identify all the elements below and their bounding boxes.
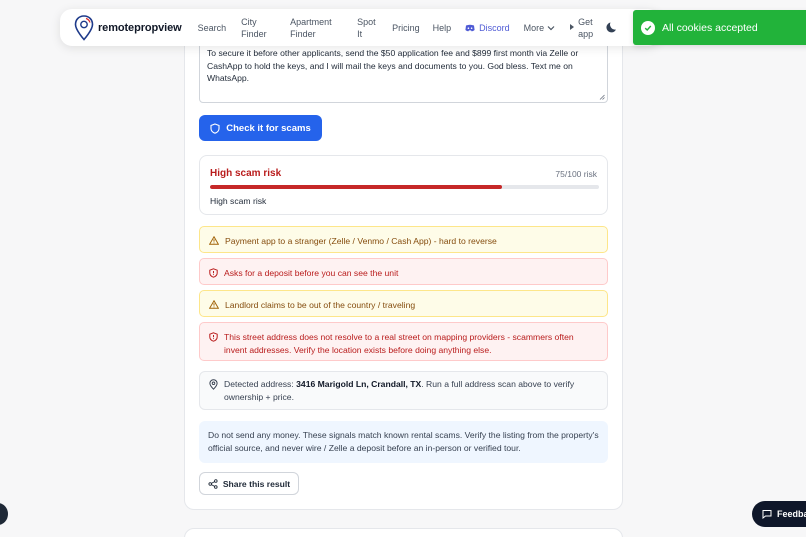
address-text: Detected address: 3416 Marigold Ln, Cran… [224, 378, 598, 403]
chevron-down-icon [547, 25, 555, 30]
share-result-button[interactable]: Share this result [199, 472, 299, 495]
risk-title: High scam risk [210, 168, 282, 179]
nav-link-pricing[interactable]: Pricing [392, 22, 420, 34]
address-value: 3416 Marigold Ln, Crandall, TX [296, 379, 422, 389]
alert-text: Landlord claims to be out of the country… [225, 300, 416, 310]
brand-logo[interactable]: remotepropview [74, 14, 182, 41]
shield-icon [210, 122, 220, 134]
nav-more-dropdown[interactable]: More [524, 22, 556, 34]
check-button-label: Check it for scams [226, 122, 311, 134]
toast-message: All cookies accepted [662, 21, 758, 34]
nav-link-city-finder[interactable]: City Finder [241, 16, 271, 40]
shield-alert-icon [209, 268, 218, 278]
nav-link-spot-it[interactable]: Spot It [357, 16, 379, 40]
alert-deposit: Asks for a deposit before you can see th… [199, 258, 608, 285]
advice-box: Do not send any money. These signals mat… [199, 421, 608, 463]
more-label: More [523, 22, 545, 33]
moon-icon[interactable] [606, 20, 619, 33]
address-prefix: Detected address: [224, 379, 297, 389]
warning-triangle-icon [209, 300, 219, 309]
map-pin-logo-icon [74, 14, 94, 41]
advice-text: Do not send any money. These signals mat… [208, 430, 599, 453]
top-navbar: remotepropview Search City Finder Apartm… [60, 9, 660, 46]
risk-progress-bar [210, 185, 599, 189]
alert-text: Payment app to a stranger (Zelle / Venmo… [225, 236, 497, 246]
floating-widget-button[interactable] [0, 503, 8, 525]
brand-name: remotepropview [98, 21, 182, 34]
alert-text: Asks for a deposit before you can see th… [224, 268, 399, 278]
risk-score-panel: High scam risk 75/100 risk High scam ris… [199, 155, 608, 215]
risk-summary: High scam risk [210, 196, 267, 206]
share-icon [208, 478, 218, 489]
resize-grip-icon[interactable] [599, 94, 605, 100]
get-app-label: Get app [578, 16, 594, 39]
detected-address: Detected address: 3416 Marigold Ln, Cran… [199, 371, 608, 410]
message-square-icon [762, 510, 772, 519]
nav-links: Search City Finder Apartment Finder Spot… [190, 16, 595, 40]
check-circle-icon [641, 20, 655, 35]
nav-get-app[interactable]: Get app [569, 16, 594, 40]
check-for-scams-button[interactable]: Check it for scams [199, 115, 322, 141]
alert-text: This street address does not resolve to … [224, 332, 574, 355]
nav-link-apartment-finder[interactable]: Apartment Finder [290, 16, 338, 40]
next-card [184, 528, 623, 537]
nav-link-discord[interactable]: Discord [465, 22, 510, 34]
nav-link-help[interactable]: Help [433, 22, 452, 34]
risk-score: 75/100 risk [555, 169, 597, 179]
risk-progress-fill [210, 185, 502, 189]
discord-label: Discord [479, 22, 510, 33]
share-label: Share this result [222, 478, 291, 489]
listing-text-input[interactable]: To secure it before other applicants, se… [199, 40, 608, 103]
feedback-label: Feedback [777, 509, 806, 519]
cookie-toast: All cookies accepted [633, 10, 806, 45]
warning-triangle-icon [209, 236, 219, 245]
download-icon [570, 23, 575, 30]
alert-payment-app: Payment app to a stranger (Zelle / Venmo… [199, 226, 608, 253]
feedback-button[interactable]: Feedback [752, 501, 806, 527]
nav-link-search[interactable]: Search [198, 22, 227, 34]
alert-out-of-country: Landlord claims to be out of the country… [199, 290, 608, 317]
map-pin-icon [209, 379, 218, 390]
alert-invalid-address: This street address does not resolve to … [199, 322, 608, 361]
shield-alert-icon [209, 332, 218, 342]
listing-text: To secure it before other applicants, se… [207, 48, 579, 83]
discord-icon [465, 24, 475, 31]
